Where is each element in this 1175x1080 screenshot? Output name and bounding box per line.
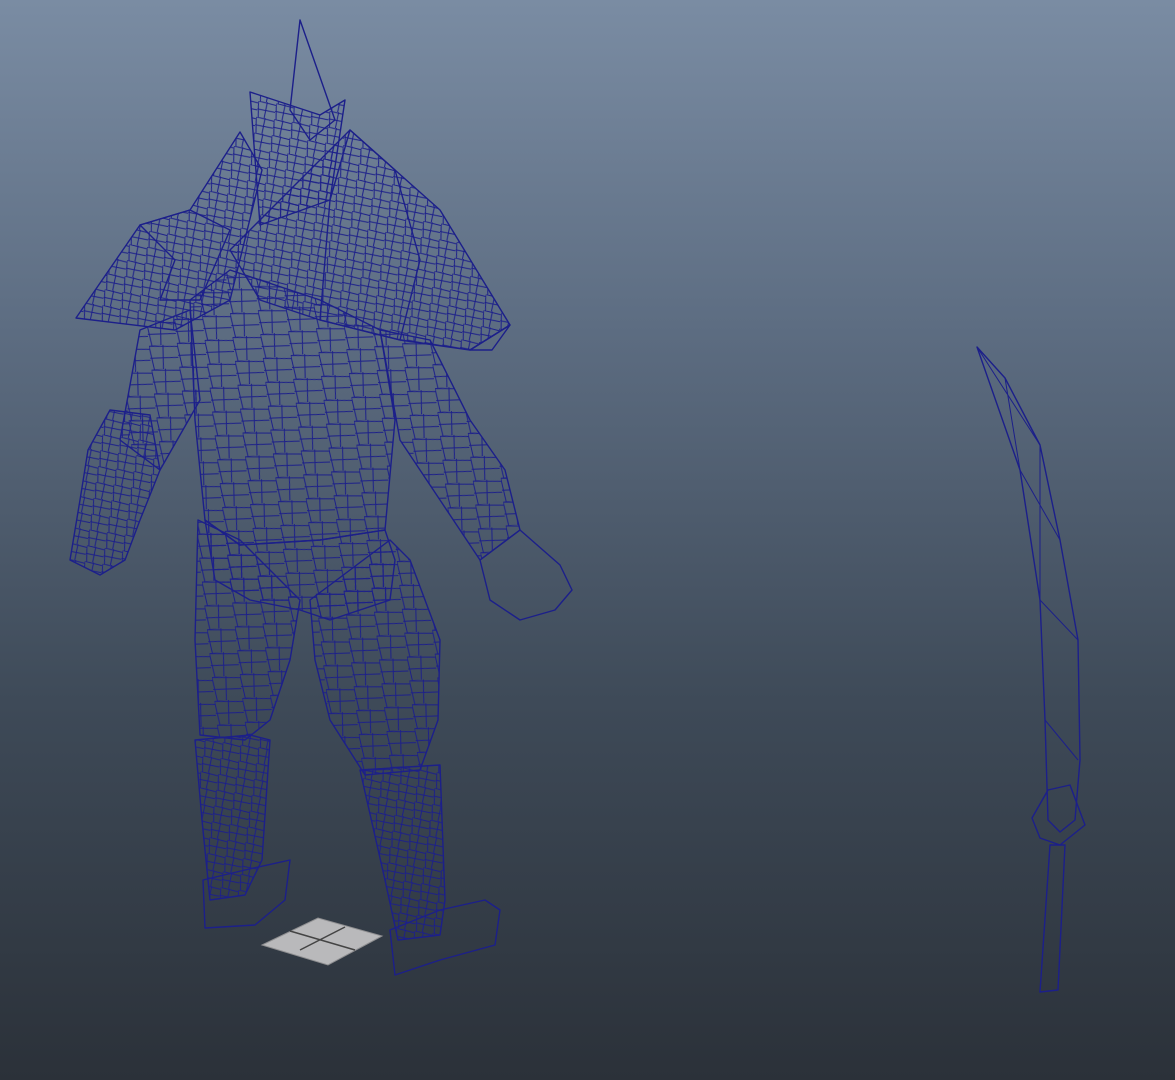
- origin-grid: [260, 917, 384, 966]
- curved-sword-mesh[interactable]: [976, 346, 1086, 993]
- 3d-viewport[interactable]: [0, 0, 1175, 1080]
- armored-character-mesh[interactable]: [69, 19, 573, 976]
- left-arm[interactable]: [69, 309, 201, 576]
- viewport-canvas[interactable]: [0, 0, 1175, 1080]
- right-leg[interactable]: [309, 539, 501, 976]
